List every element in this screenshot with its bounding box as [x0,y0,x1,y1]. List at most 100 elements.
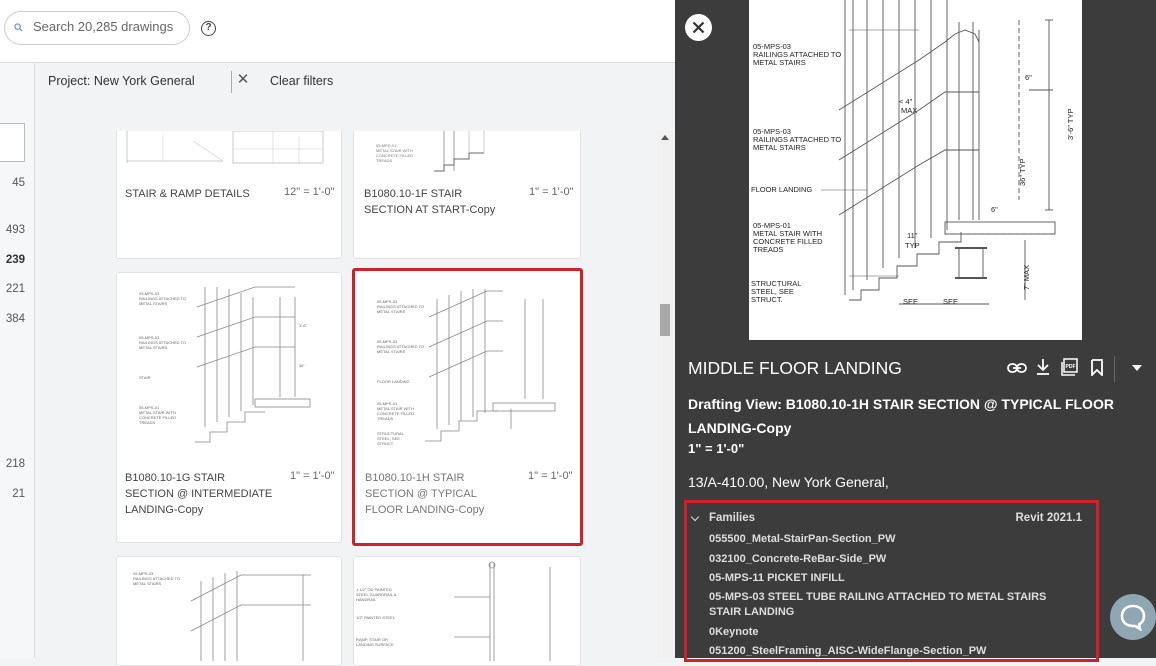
question-circle-icon[interactable]: ? [201,21,216,36]
drawing-description: Drafting View: B1080.10-1H STAIR SECTION… [688,396,1114,436]
card-title: B1080.10-1H STAIR SECTION @ TYPICAL FLOO… [365,472,485,516]
close-button[interactable] [685,14,712,41]
card-scale: 1" = 1'-0" [290,470,335,482]
count-label: 493 [5,224,25,236]
search-input[interactable] [33,19,183,34]
drawing-dimension: 11" [907,231,918,240]
svg-text:TREADS: TREADS [377,416,394,421]
family-item[interactable]: 05-MPS-03 STEEL TUBE RAILING ATTACHED TO… [709,590,1069,620]
drawing-dimension: MAX [901,106,917,115]
svg-text:HANDRAIL: HANDRAIL [356,597,377,602]
drawing-thumbnail [123,131,335,175]
svg-text:METAL STAIRS: METAL STAIRS [139,301,167,306]
toolbar-divider [1114,356,1115,382]
drawing-note: FLOOR LANDING [751,185,812,194]
pdf-icon[interactable]: PDF [1061,358,1079,376]
drawing-note: STRUCT. [751,295,783,304]
revit-version: Revit 2021.1 [1015,512,1083,524]
download-icon[interactable] [1035,358,1051,376]
svg-text:STRUCT.: STRUCT. [377,441,394,446]
families-toggle[interactable]: Families [709,512,755,524]
drawing-dimension: 3'-6" TYP [1066,109,1075,140]
drawing-note: METAL STAIRS [753,58,806,67]
svg-text:TREADS: TREADS [139,420,156,425]
drawing-preview[interactable]: 05-MPS-03 RAILINGS ATTACHED TO METAL STA… [749,0,1082,340]
chip-divider [231,71,232,93]
card-title: B1080.10-1G STAIR SECTION @ INTERMEDIATE… [125,472,273,516]
card-scale: 12" = 1'-0" [284,186,335,198]
chat-bubble-icon [1120,604,1146,631]
drawing-card-selected[interactable]: 05-MPS-03 RAILINGS ATTACHED TO METAL STAIR… [352,268,583,546]
family-item[interactable]: 051200_SteelFraming_AISC-WideFlange-Sect… [709,644,1069,659]
bookmark-icon[interactable] [1090,359,1104,376]
drawing-dimension: TYP [905,241,920,250]
drawing-location: 13/A-410.00, New York General, [688,474,889,490]
count-label: 21 [12,488,25,500]
results-scrollbar[interactable] [657,131,674,658]
count-label: 239 [5,254,25,266]
svg-text:METAL STAIRS: METAL STAIRS [377,349,405,354]
filter-bar: Project: New York General ✕ Clear filter… [35,63,675,131]
scroll-thumb[interactable] [660,304,670,336]
card-scale: 1" = 1'-0" [528,470,573,482]
clear-filters-button[interactable]: Clear filters [270,74,333,88]
left-count-column: 45 493 239 221 384 218 21 [0,63,35,658]
svg-text:METAL STAIRS: METAL STAIRS [133,581,161,586]
drawing-scale: 1" = 1'-0" [688,441,745,456]
drawing-dimension: 36" TYP [1018,158,1027,186]
family-item[interactable]: 055500_Metal-StairPan-Section_PW [709,532,1069,547]
svg-text:LANDING SURFACE: LANDING SURFACE [356,642,394,647]
drawing-card[interactable]: 05-MPS-01 METAL STAIR WITH CONCRETE FILL… [353,131,581,259]
count-label: 221 [5,283,25,295]
svg-text:36": 36" [299,363,305,368]
drawing-thumbnail: 05-MPS-01 METAL STAIR WITH CONCRETE FILL… [374,131,562,185]
svg-text:3'-6": 3'-6" [299,323,308,328]
card-scale: 1" = 1'-0" [529,186,574,198]
close-icon [692,21,705,34]
drawing-dimension: 6" [991,205,998,214]
family-item[interactable]: 0Keynote [709,625,1069,640]
chevron-down-icon[interactable] [690,512,700,522]
link-icon[interactable] [1007,360,1027,376]
family-item[interactable]: 05-MPS-11 PICKET INFILL [709,571,1069,586]
count-label: 45 [12,177,25,189]
project-filter-chip: Project: New York General [48,74,195,88]
drawing-card[interactable]: 1 1/2" OD PAINTED STEEL GUARDRAIL & HANDRA… [353,556,581,666]
card-title: B1080.10-1F STAIR SECTION AT START-Copy [364,188,496,216]
drawing-thumbnail: 05-MPS-03RAILINGS ATTACHED TOMETAL STAIR… [135,277,325,462]
drawing-card[interactable]: STAIR & RAMP DETAILS 12" = 1'-0" [116,131,342,259]
family-item[interactable]: 032100_Concrete-ReBar-Side_PW [709,552,1069,567]
families-section: Families Revit 2021.1 055500_Metal-Stair… [684,500,1099,662]
search-box[interactable] [4,11,190,45]
top-bar: ? [0,0,675,63]
drawing-toolbar: PDF [1007,356,1152,382]
drawing-note: METAL STAIRS [753,143,806,152]
search-icon [14,23,23,32]
chevron-down-icon[interactable] [1131,364,1143,372]
drawing-note: TREADS [753,245,783,254]
card-title: STAIR & RAMP DETAILS [125,188,250,200]
drawing-title: MIDDLE FLOOR LANDING [688,358,902,378]
drawing-dimension: 6" [1025,73,1032,82]
svg-text:FLOOR LANDING: FLOOR LANDING [377,379,410,384]
left-input-box[interactable] [0,123,25,162]
drawing-thumbnail: 1 1/2" OD PAINTEDSTEEL GUARDRAIL &HANDRA… [354,557,580,661]
svg-text:STAIR: STAIR [139,375,151,380]
chat-button[interactable] [1110,594,1156,640]
count-label: 384 [5,313,25,325]
scroll-up-icon[interactable] [661,135,669,140]
drawing-dimension: < 4" [899,97,913,106]
drawing-detail-panel: 05-MPS-03 RAILINGS ATTACHED TO METAL STA… [675,0,1156,662]
svg-text:1/2" PAINTED STEEL: 1/2" PAINTED STEEL [356,615,396,620]
drawing-dimension: 7" MAX [1022,265,1031,290]
svg-text:METAL STAIRS: METAL STAIRS [377,309,405,314]
drawing-card[interactable]: 05-MPS-03 RAILINGS ATTACHED TO METAL STAIR… [116,272,342,543]
drawing-thumbnail: 05-MPS-03RAILINGS ATTACHED TOMETAL STAIR… [375,279,563,459]
svg-text:METAL STAIRS: METAL STAIRS [139,345,167,350]
drawing-card[interactable]: 05-MPS-03 RAILINGS ATTACHED TO METAL STAIR… [116,556,342,666]
drawing-dimension: SEE [903,297,918,306]
svg-text:TREADS: TREADS [376,158,393,163]
x-icon[interactable]: ✕ [235,72,251,88]
drawing-dimension: SEE [943,297,958,306]
svg-text:PDF: PDF [1066,364,1076,370]
